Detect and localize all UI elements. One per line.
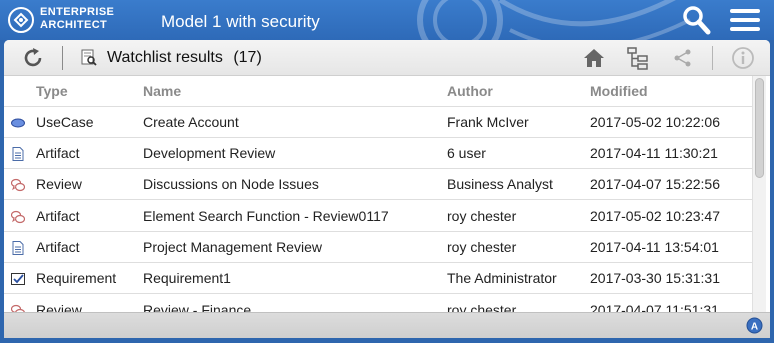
row-icon-cell [4,261,36,294]
svg-text:A: A [751,322,758,333]
refresh-icon[interactable] [21,46,45,70]
row-modified: 2017-04-07 15:22:56 [590,168,752,200]
results-count: (17) [233,49,262,66]
row-type: Review [36,168,143,200]
results-table-container: Type Name Author Modified UseCase Create … [4,76,752,312]
enterprise-architect-logo-icon [8,7,34,33]
row-icon-cell [4,105,36,138]
app-header: ENTERPRISE ARCHITECT Model 1 with securi… [0,0,774,40]
name-column-header[interactable]: Name [143,76,447,106]
results-title-label: Watchlist results [107,49,223,66]
model-title: Model 1 with security [161,12,320,31]
row-author: The Administrator [447,261,590,294]
row-author: roy chester [447,293,590,312]
artifact-document-icon [12,240,24,255]
search-icon[interactable] [681,5,711,35]
brand-line-1: ENTERPRISE [40,6,115,18]
row-type: UseCase [36,105,143,138]
scrollbar-thumb[interactable] [755,78,764,178]
modified-column-header[interactable]: Modified [590,76,752,106]
row-type: Review [36,293,143,312]
status-a-icon[interactable]: A [746,317,763,334]
icon-column-header [4,76,36,106]
results-title: Watchlist results (17) [107,49,262,67]
table-row[interactable]: Artifact Element Search Function - Review… [4,199,752,232]
vertical-scrollbar[interactable] [752,76,766,312]
row-icon-cell [4,168,36,200]
table-row[interactable]: Review Discussions on Node Issues Business… [4,168,752,200]
row-name: Development Review [143,136,447,169]
watchlist-icon [81,49,97,66]
row-name: Element Search Function - Review0117 [143,199,447,232]
author-column-header[interactable]: Author [447,76,590,106]
row-type: Artifact [36,230,143,263]
usecase-icon [11,118,25,128]
info-icon[interactable] [731,46,755,70]
table-row[interactable]: UseCase Create Account Frank McIver 2017-05… [4,105,752,138]
table-row[interactable]: Review Review - Finance roy chester 2017-04… [4,293,752,312]
toolbar-separator [62,46,63,70]
row-icon-cell [4,293,36,312]
home-icon[interactable] [582,46,606,70]
toolbar: Watchlist results (17) [4,40,770,76]
row-type: Requirement [36,261,143,294]
row-modified: 2017-04-11 13:54:01 [590,230,752,263]
row-name: Requirement1 [143,261,447,294]
row-author: roy chester [447,199,590,232]
review-chat-icon [11,210,25,223]
row-modified: 2017-05-02 10:23:47 [590,199,752,232]
status-bar: A [4,312,770,338]
toolbar-separator [712,46,713,70]
table-header-row: Type Name Author Modified [4,76,752,106]
watchlist-panel: Watchlist results (17) Type Name Author … [4,40,770,338]
browser-tree-icon[interactable] [626,46,650,70]
header-decoration [417,0,691,40]
row-modified: 2017-03-30 15:31:31 [590,261,752,294]
row-name: Discussions on Node Issues [143,168,447,200]
share-icon[interactable] [671,46,695,70]
type-column-header[interactable]: Type [36,76,143,106]
artifact-document-icon [12,147,24,162]
row-name: Project Management Review [143,230,447,263]
brand-name: ENTERPRISE ARCHITECT [40,6,114,32]
row-modified: 2017-05-02 10:22:06 [590,105,752,138]
row-type: Artifact [36,199,143,232]
row-icon-cell [4,230,36,263]
row-author: roy chester [447,230,590,263]
review-chat-icon [11,179,25,192]
row-name: Review - Finance [143,293,447,312]
table-row[interactable]: Artifact Project Management Review roy che… [4,230,752,263]
review-chat-icon [11,304,25,312]
row-name: Create Account [143,105,447,138]
row-icon-cell [4,199,36,232]
row-author: 6 user [447,136,590,169]
requirement-icon [11,273,25,286]
hamburger-menu-icon[interactable] [730,8,760,32]
row-type: Artifact [36,136,143,169]
row-modified: 2017-04-11 11:30:21 [590,136,752,169]
results-table: Type Name Author Modified UseCase Create … [4,76,752,312]
brand-line-2: ARCHITECT [40,19,108,31]
row-author: Frank McIver [447,105,590,138]
table-row[interactable]: Artifact Development Review 6 user 2017-04-… [4,136,752,169]
row-icon-cell [4,136,36,169]
row-modified: 2017-04-07 11:51:31 [590,293,752,312]
table-row[interactable]: Requirement Requirement1 The Administrator… [4,261,752,294]
row-author: Business Analyst [447,168,590,200]
